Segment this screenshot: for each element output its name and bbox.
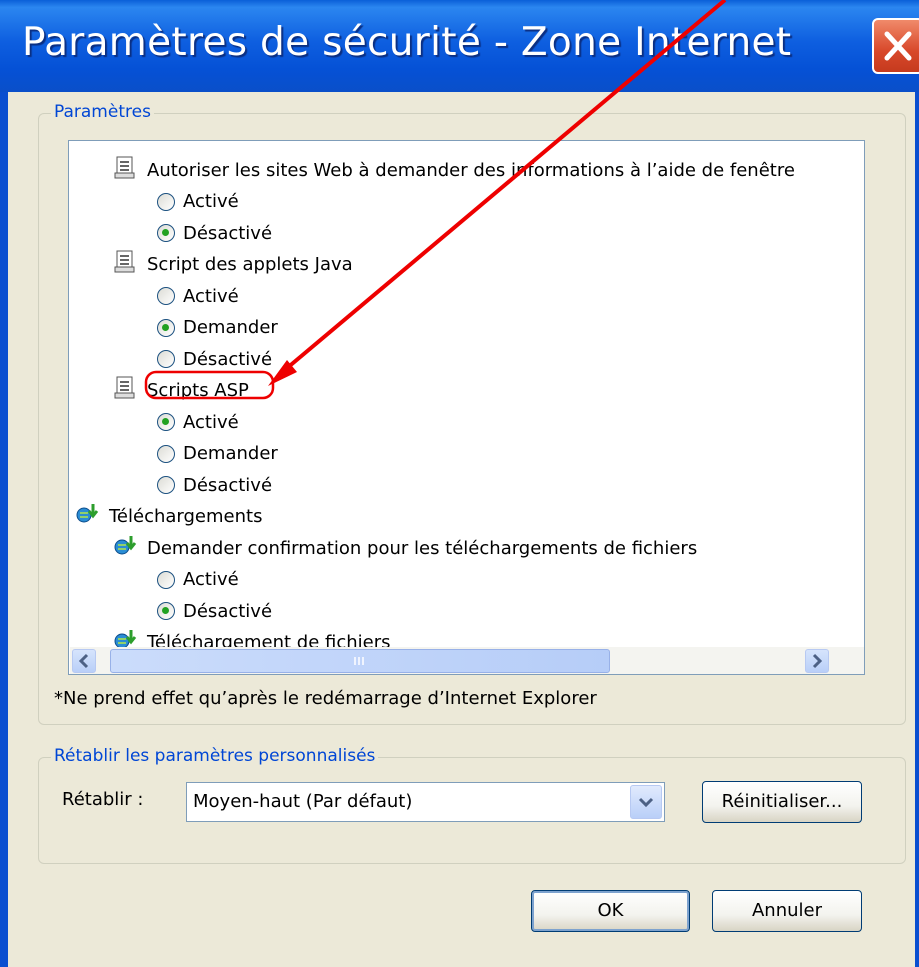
annotation-overlay (144, 0, 727, 400)
security-settings-dialog: Paramètres de sécurité - Zone Internet P… (0, 0, 919, 967)
annotation-highlight-circle (144, 370, 275, 400)
annotation-arrow-line (278, 0, 727, 376)
